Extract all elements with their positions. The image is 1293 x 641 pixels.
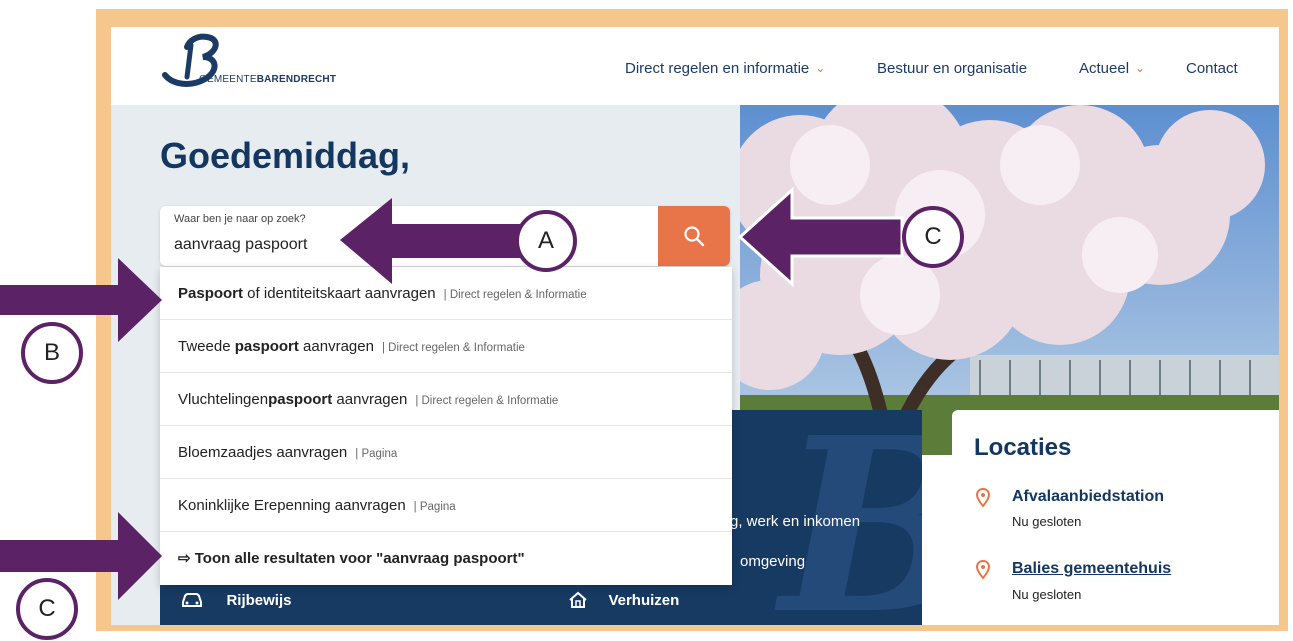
annotation-label-a: A <box>515 210 577 272</box>
annotation-label-c-top: C <box>902 206 964 268</box>
annotation-label-b: B <box>21 322 83 384</box>
annotation-label-c-bottom: C <box>16 578 78 640</box>
annotation-arrow-c-top <box>737 186 904 288</box>
annotation-arrow-a <box>340 198 528 284</box>
annotation-arrows <box>0 186 904 600</box>
annotation-arrow-b <box>0 258 162 342</box>
